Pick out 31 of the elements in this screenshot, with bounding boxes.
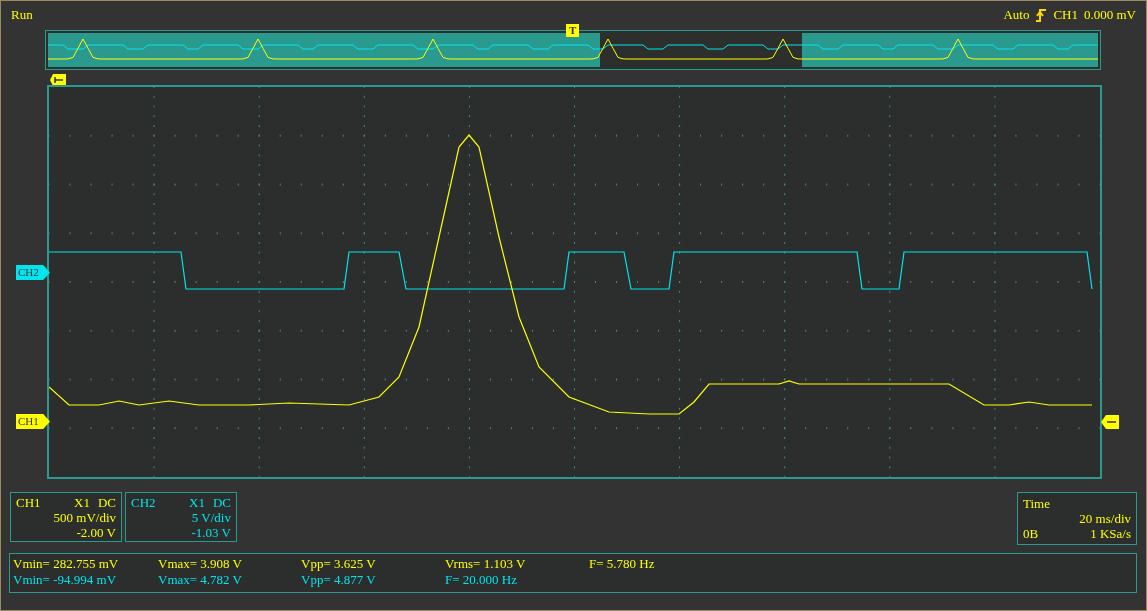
coupling-mode: DC <box>212 495 231 510</box>
channel-marker: CH1 <box>16 414 50 429</box>
trigger-level: 0.000 mV <box>1084 6 1136 23</box>
sample-rate: 1 KSa/s <box>1090 526 1131 541</box>
measurement-value: Vmax= 4.782 V <box>158 572 243 588</box>
trigger-position-marker: T <box>566 24 580 37</box>
probe-factor: X1 <box>189 495 205 510</box>
run-status: Run <box>11 6 33 23</box>
measurement-value: Vpp= 4.877 V <box>301 572 377 588</box>
trigger-mode: Auto <box>1003 6 1030 23</box>
measurement-value: Vmax= 3.908 V <box>158 556 243 572</box>
measurement-value: Vpp= 3.625 V <box>301 556 377 572</box>
measurement-value: Vmin= 282.755 mV <box>13 556 120 572</box>
channel-marker: CH2 <box>16 265 50 280</box>
time-scale: 20 ms/div <box>1079 511 1131 526</box>
measurement-value: Vmin= -94.994 mV <box>13 572 118 588</box>
trigger-source: CH1 <box>1053 6 1078 23</box>
measurement-value: F= 20.000 Hz <box>445 572 518 588</box>
vertical-scale: 500 mV/div <box>53 510 116 525</box>
channel-name: CH1 <box>16 495 41 510</box>
measurement-value: F= 5.780 Hz <box>589 556 656 572</box>
vertical-offset: -2.00 V <box>76 525 116 540</box>
measurement-value: Vrms= 1.103 V <box>445 556 527 572</box>
vertical-offset: -1.03 V <box>191 525 231 540</box>
channel-name: CH2 <box>131 495 156 510</box>
coupling-mode: DC <box>97 495 116 510</box>
vertical-scale: 5 V/div <box>191 510 231 525</box>
memory-depth: 0B <box>1023 526 1039 541</box>
rising-edge-icon <box>1035 7 1048 22</box>
probe-factor: X1 <box>74 495 90 510</box>
timebase-label: Time <box>1023 496 1050 511</box>
